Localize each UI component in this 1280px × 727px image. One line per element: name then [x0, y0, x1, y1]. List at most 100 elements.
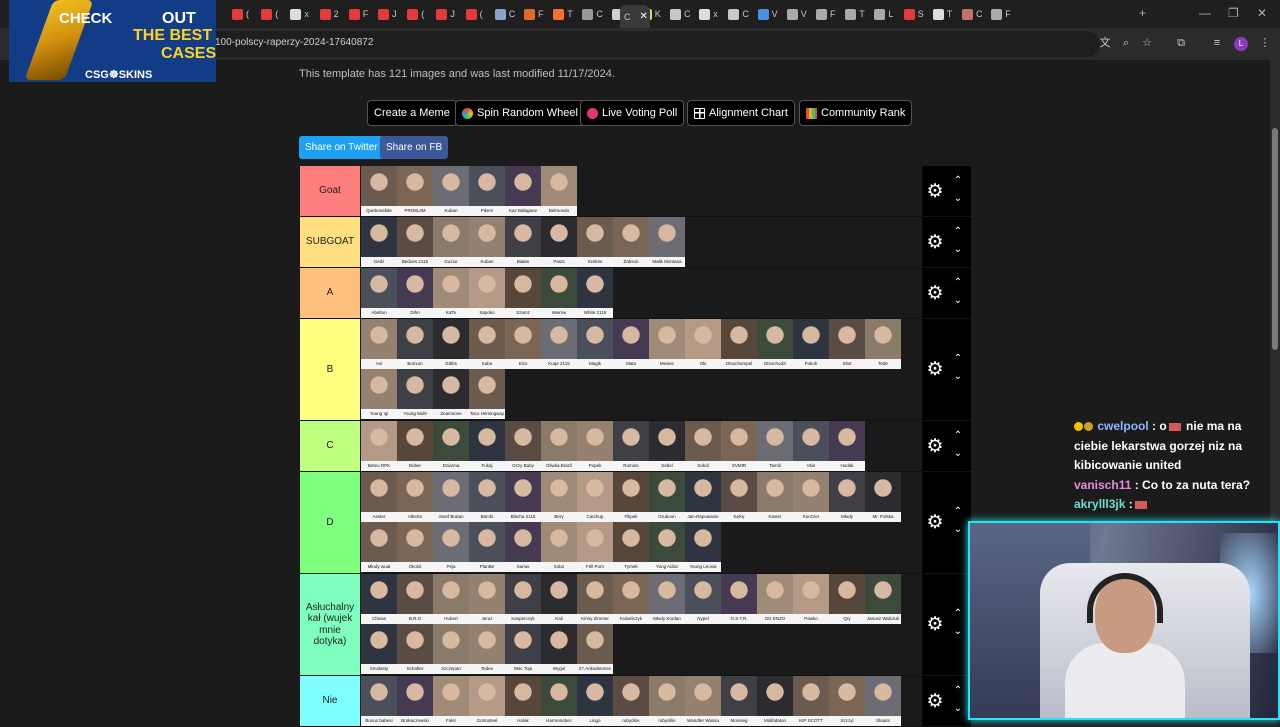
rapper-card[interactable]: Janusz Walczuk	[865, 574, 901, 624]
rapper-card[interactable]: Fukaj	[469, 421, 505, 471]
rapper-card[interactable]: Frill Porn	[577, 522, 613, 572]
url-text[interactable]: 100-polscy-raperzy-2024-17640872	[215, 37, 373, 48]
rapper-card[interactable]: Magik	[577, 319, 613, 369]
profile-avatar[interactable]: L	[1234, 37, 1248, 51]
rapper-card[interactable]: Bober	[397, 421, 433, 471]
rapper-card[interactable]: Zeamsone	[433, 369, 469, 419]
rapper-card[interactable]: Young Leosia	[685, 522, 721, 572]
rapper-card[interactable]: Lingo	[577, 676, 613, 726]
rapper-card[interactable]: Popek	[577, 421, 613, 471]
gear-icon[interactable]: ⚙	[925, 615, 945, 635]
rapper-card[interactable]: Gortosteel	[469, 676, 505, 726]
chevron-down-icon[interactable]: ⌄	[952, 295, 964, 306]
chevron-down-icon[interactable]: ⌄	[952, 244, 964, 255]
rapper-card[interactable]: rubydiliA	[649, 676, 685, 726]
rapper-card[interactable]: Dihn	[397, 268, 433, 318]
rapper-card[interactable]: Chivas	[361, 574, 397, 624]
scrollbar-thumb[interactable]	[1272, 128, 1278, 350]
chevron-up-icon[interactable]: ⌃	[952, 609, 964, 619]
rapper-card[interactable]: Wygol	[541, 624, 577, 674]
tier-label[interactable]: SUBGOAT	[300, 217, 360, 267]
rapper-card[interactable]: Szczyl	[829, 676, 865, 726]
bookmark-star-icon[interactable]: ☆	[1140, 36, 1154, 50]
rapper-card[interactable]: KęKę	[721, 472, 757, 522]
share-fb-button[interactable]: Share on FB	[380, 136, 449, 159]
rapper-card[interactable]: Josef Bratan	[433, 472, 469, 522]
gear-icon[interactable]: ⚙	[925, 360, 945, 380]
rapper-card[interactable]: Avi	[361, 319, 397, 369]
rapper-card[interactable]: Monsieg	[721, 676, 757, 726]
rapper-card[interactable]: Hodak	[829, 421, 865, 471]
rapper-card[interactable]: Młody Kordan	[649, 574, 685, 624]
rapper-card[interactable]: Borixon	[397, 319, 433, 369]
gear-icon[interactable]: ⚙	[925, 232, 945, 253]
rapper-card[interactable]: Gibbs	[433, 319, 469, 369]
chevron-up-icon[interactable]: ⌃	[952, 354, 964, 364]
rapper-card[interactable]: Bonus babesi	[361, 676, 397, 726]
chevron-down-icon[interactable]: ⌄	[952, 448, 964, 459]
rapper-card[interactable]: Asster	[361, 472, 397, 522]
rapper-card[interactable]: Kubańczyk	[613, 574, 649, 624]
tier-label[interactable]: Asłuchalny kał (wujek mnie dotyka)	[300, 574, 360, 675]
rapper-card[interactable]: Young Igi	[361, 369, 397, 419]
rapper-card[interactable]: Wandter Wassa	[685, 676, 721, 726]
rapper-card[interactable]: B.R.O	[397, 574, 433, 624]
live-poll-button[interactable]: Live Voting Poll	[580, 100, 685, 126]
rapper-card[interactable]: Belmondo	[541, 166, 577, 216]
rapper-card[interactable]: Sapoko	[469, 268, 505, 318]
rapper-card[interactable]: Abelton	[361, 268, 397, 318]
rapper-card[interactable]: KIP SCOTT	[793, 676, 829, 726]
chevron-down-icon[interactable]: ⌄	[952, 525, 964, 535]
rapper-card[interactable]: Rumine	[613, 421, 649, 471]
spin-wheel-button[interactable]: Spin Random Wheel	[455, 100, 585, 126]
rapper-card[interactable]: Kuqe 2115	[541, 319, 577, 369]
chevron-up-icon[interactable]: ⌃	[952, 175, 964, 186]
rapper-card[interactable]: Kabe	[469, 319, 505, 369]
chevron-down-icon[interactable]: ⌄	[952, 703, 964, 714]
rapper-card[interactable]: Ozzy Baby	[505, 421, 541, 471]
rapper-card[interactable]: 27.Anksdetones	[577, 624, 613, 674]
rapper-card[interactable]: Guzior	[433, 217, 469, 267]
gear-icon[interactable]: ⚙	[925, 436, 945, 457]
rapper-card[interactable]: Schafter	[397, 624, 433, 674]
chevron-up-icon[interactable]: ⌃	[952, 226, 964, 237]
rapper-card[interactable]: Kuban	[433, 166, 469, 216]
chevron-up-icon[interactable]: ⌃	[952, 685, 964, 696]
rapper-card[interactable]: Quebonafide	[361, 166, 397, 216]
new-tab-icon[interactable]: +	[1139, 6, 1146, 20]
close-tab-icon[interactable]: ✕	[640, 11, 648, 22]
gear-icon[interactable]: ⚙	[925, 181, 945, 202]
rapper-card[interactable]: Blacha 2115	[505, 472, 541, 522]
rapper-card[interactable]: Oki	[685, 319, 721, 369]
rapper-card[interactable]: Tede	[865, 319, 901, 369]
rapper-card[interactable]: Kuban	[469, 217, 505, 267]
active-browser-tab[interactable]: C ✕	[620, 5, 650, 28]
rapper-card[interactable]: Pawko	[793, 574, 829, 624]
rapper-card[interactable]: Otsochodzi	[757, 319, 793, 369]
chevron-down-icon[interactable]: ⌄	[952, 372, 964, 382]
rapper-card[interactable]: Mr. Polska	[865, 472, 901, 522]
restore-icon[interactable]: ❐	[1228, 6, 1239, 20]
rapper-card[interactable]: PRO8L3M	[397, 166, 433, 216]
close-window-icon[interactable]: ✕	[1257, 6, 1267, 20]
rapper-card[interactable]: Taco Hemingway	[469, 369, 505, 419]
rapper-card[interactable]: Fukir	[433, 676, 469, 726]
rapper-card[interactable]: Catchup	[577, 472, 613, 522]
rapper-card[interactable]: Pikers	[469, 166, 505, 216]
rapper-card[interactable]: Peja	[433, 522, 469, 572]
rapper-card[interactable]: KaTe	[433, 268, 469, 318]
tier-label[interactable]: C	[300, 421, 360, 471]
rapper-card[interactable]: Wac Toja	[505, 624, 541, 674]
rapper-card[interactable]: Mata	[613, 319, 649, 369]
rapper-card[interactable]: Kasperczyk	[505, 574, 541, 624]
share-twitter-button[interactable]: Share on Twitter	[299, 136, 384, 159]
rapper-card[interactable]: Tymek	[613, 522, 649, 572]
minimize-icon[interactable]: —	[1199, 6, 1211, 20]
chevron-down-icon[interactable]: ⌄	[952, 627, 964, 637]
rapper-card[interactable]: Bery	[541, 472, 577, 522]
rapper-card[interactable]: Kizo	[505, 319, 541, 369]
rapper-card[interactable]: Szamz	[505, 268, 541, 318]
rapper-card[interactable]: Kaster	[757, 472, 793, 522]
gear-icon[interactable]: ⚙	[925, 283, 945, 304]
rapper-card[interactable]: Nypel	[685, 574, 721, 624]
